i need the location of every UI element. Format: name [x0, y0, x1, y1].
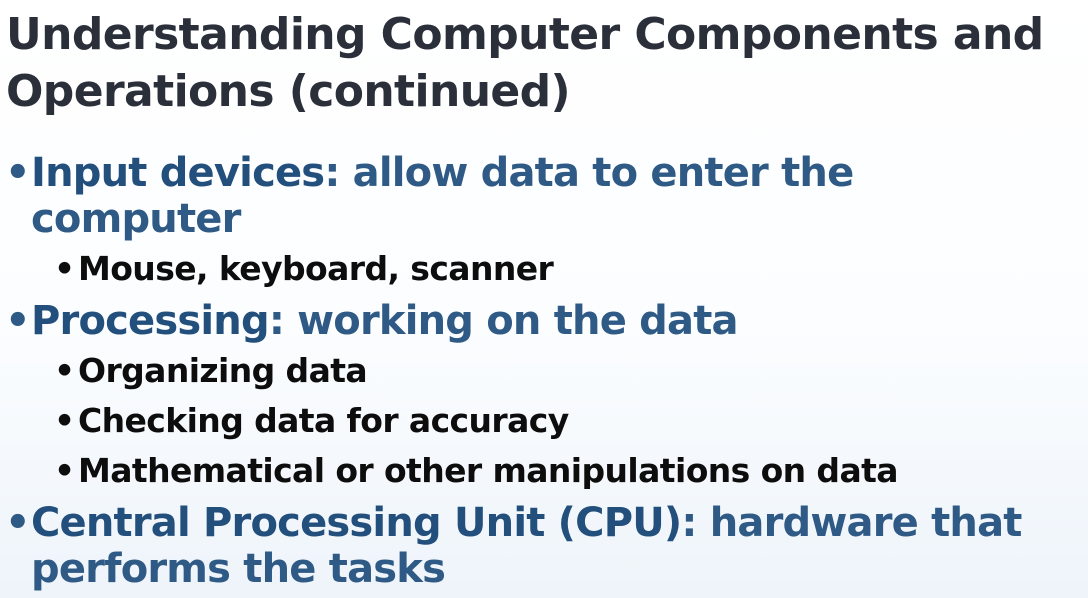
definition-cpu: : hardware that — [681, 500, 1022, 546]
bullet-dot: • — [5, 150, 31, 196]
term-input-devices: Input devices — [31, 150, 325, 196]
sub-bullet-text: Organizing data — [78, 351, 368, 390]
term-processing: Processing — [31, 298, 270, 344]
definition-processing: : working on the data — [268, 298, 739, 344]
title-line-2: Operations (continued) — [6, 66, 571, 117]
bullet-line-continued: computer — [0, 196, 1088, 242]
definition-input-devices: : allow data to enter the — [324, 150, 854, 196]
sub-bullet-dot: • — [54, 451, 75, 490]
sub-bullet-dot: • — [54, 401, 75, 440]
bullet-dot: • — [5, 298, 31, 344]
sub-bullet-item: • Checking data for accuracy — [0, 396, 1088, 446]
sub-bullet-item: • Organizing data — [0, 346, 1088, 396]
sub-bullet-dot: • — [54, 249, 75, 288]
sub-bullet-text: Checking data for accuracy — [78, 401, 569, 440]
definition-cpu-continued: performs the tasks — [31, 546, 446, 592]
sub-bullet-item: • Mouse, keyboard, scanner — [0, 244, 1088, 294]
bullet-processing: • Processing: working on the data • Orga… — [0, 298, 1088, 496]
slide-title: Understanding Computer Components and Op… — [6, 6, 1081, 120]
sub-bullet-item: • Mathematical or other manipulations on… — [0, 446, 1088, 496]
sub-bullet-text: Mathematical or other manipulations on d… — [78, 451, 899, 490]
bullet-input-devices: • Input devices: allow data to enter the… — [0, 150, 1088, 294]
title-line-1: Understanding Computer Components and — [6, 9, 1044, 60]
definition-input-devices-continued: computer — [31, 196, 241, 242]
bullet-dot: • — [5, 500, 31, 546]
bullet-line: • Input devices: allow data to enter the — [0, 150, 1088, 196]
sub-bullet-text: Mouse, keyboard, scanner — [78, 249, 554, 288]
bullet-line-continued: performs the tasks — [0, 546, 1088, 592]
sub-bullet-list: • Mouse, keyboard, scanner — [0, 244, 1088, 294]
sub-bullet-dot: • — [54, 351, 75, 390]
bullet-line: • Processing: working on the data — [0, 298, 1088, 344]
bullet-list: • Input devices: allow data to enter the… — [0, 150, 1088, 592]
sub-bullet-list: • Organizing data • Checking data for ac… — [0, 346, 1088, 496]
bullet-cpu: • Central Processing Unit (CPU): hardwar… — [0, 500, 1088, 592]
bullet-line: • Central Processing Unit (CPU): hardwar… — [0, 500, 1088, 546]
slide: Understanding Computer Components and Op… — [0, 0, 1088, 598]
term-cpu: Central Processing Unit (CPU) — [31, 500, 682, 546]
